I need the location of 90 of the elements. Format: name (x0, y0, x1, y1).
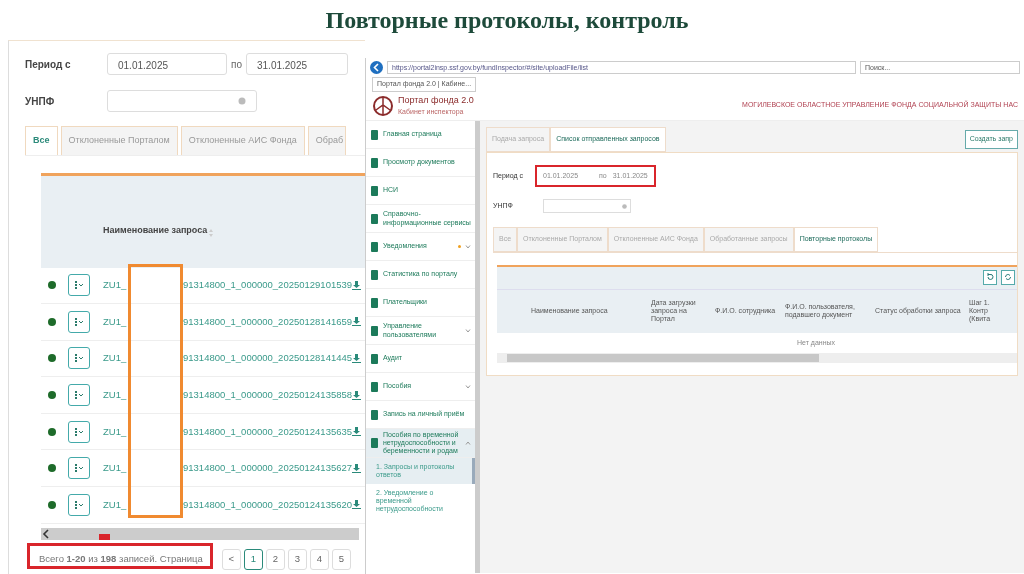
menu-icon (370, 381, 379, 392)
file-name[interactable]: 91314800_1_000000_20250124135858 (183, 387, 353, 403)
status-dot (48, 500, 56, 509)
file-name-prefix: ZU1_ (103, 314, 128, 329)
file-name[interactable]: 91314800_1_000000_20250129101539 (183, 278, 353, 293)
more-icon (73, 427, 85, 436)
status-dot (48, 354, 56, 363)
portal-logo-icon (372, 94, 394, 117)
refresh-icon (1004, 273, 1012, 281)
records-summary: Всего 1-20 из 198 записей. Страница (39, 552, 203, 567)
refresh-button[interactable] (1001, 269, 1015, 285)
page-button[interactable]: 5 (331, 548, 351, 570)
actions-button[interactable] (68, 274, 90, 297)
chevron-icon (465, 244, 471, 249)
status-dot (48, 464, 56, 473)
actions-button[interactable] (68, 347, 90, 370)
page-button[interactable]: 1 (243, 548, 263, 570)
unpf-field[interactable] (543, 199, 631, 213)
actions-button[interactable] (68, 420, 90, 443)
file-name-prefix: ZU1_ (103, 387, 128, 402)
period-label: Период с (25, 57, 72, 72)
column-header: Наименование запроса (103, 224, 208, 237)
date-separator-label: по (231, 57, 242, 72)
menu-icon (370, 438, 379, 449)
scrollbar-thumb[interactable] (507, 354, 819, 362)
file-name-prefix: ZU1_ (103, 497, 128, 512)
actions-button[interactable] (68, 384, 90, 407)
notification-dot (458, 245, 461, 248)
menu-icon (370, 129, 379, 140)
tab[interactable]: Все (25, 126, 58, 155)
portal-title: Портал фонда 2.0 (398, 93, 474, 107)
undo-button[interactable] (983, 269, 997, 285)
clear-icon (238, 97, 246, 105)
page-button[interactable]: 4 (309, 548, 329, 570)
slide-title: Повторные протоколы, контроль (324, 6, 690, 35)
file-name-prefix: ZU1_ (103, 351, 128, 366)
status-dot (48, 317, 56, 326)
file-name-prefix: ZU1_ (103, 424, 128, 439)
annotation-marker (99, 533, 110, 540)
file-name-prefix: ZU1_ (103, 461, 128, 476)
scroll-left-icon[interactable] (41, 528, 51, 539)
file-name[interactable]: 91314800_1_000000_20250124135627 (183, 461, 353, 476)
menu-icon (370, 241, 379, 252)
more-icon (73, 317, 85, 326)
download-icon[interactable] (352, 427, 362, 437)
status-dot (48, 391, 56, 400)
date-to-field[interactable]: 31.01.2025 (246, 53, 348, 75)
menu-icon (370, 353, 379, 364)
prev-page-button[interactable]: < (221, 548, 241, 570)
scrollbar[interactable] (497, 353, 1017, 363)
status-dot (48, 427, 56, 436)
clear-icon (622, 203, 627, 209)
download-icon[interactable] (352, 500, 362, 510)
page-button[interactable]: 3 (287, 548, 307, 570)
scrollbar[interactable] (41, 527, 359, 540)
menu-icon (370, 185, 379, 196)
more-icon (73, 391, 85, 400)
download-icon[interactable] (352, 354, 362, 363)
file-name-prefix: ZU1_ (103, 278, 128, 293)
chevron-icon (465, 441, 471, 446)
menu-icon (370, 213, 379, 224)
menu-icon (370, 157, 379, 168)
file-name[interactable]: 91314800_1_000000_20250128141659 (183, 314, 353, 329)
file-name[interactable]: 91314800_1_000000_20250124135620 (183, 497, 353, 512)
menu-icon (370, 325, 379, 336)
chevron-icon (465, 328, 471, 333)
menu-icon (370, 297, 379, 308)
sort-icon (207, 227, 216, 238)
file-name[interactable]: 91314800_1_000000_20250128141445 (183, 351, 353, 366)
actions-button[interactable] (68, 493, 90, 516)
actions-button[interactable] (68, 457, 90, 480)
undo-icon (986, 273, 994, 281)
more-icon (73, 500, 85, 509)
more-icon (73, 354, 85, 363)
more-icon (73, 464, 85, 473)
file-name[interactable]: 91314800_1_000000_20250124135635 (183, 424, 353, 439)
unpf-label: УНПФ (25, 94, 56, 109)
date-from-field[interactable]: 01.01.2025 (107, 53, 227, 75)
download-icon[interactable] (352, 390, 362, 400)
chevron-icon (465, 384, 471, 389)
unpf-field[interactable] (107, 90, 257, 112)
status-dot (48, 281, 56, 290)
download-icon[interactable] (352, 280, 362, 290)
page-button[interactable]: 2 (265, 548, 285, 570)
actions-button[interactable] (68, 310, 90, 333)
download-icon[interactable] (352, 463, 362, 473)
menu-icon (370, 269, 379, 280)
menu-icon (370, 409, 379, 420)
download-icon[interactable] (352, 317, 362, 327)
more-icon (73, 281, 85, 290)
